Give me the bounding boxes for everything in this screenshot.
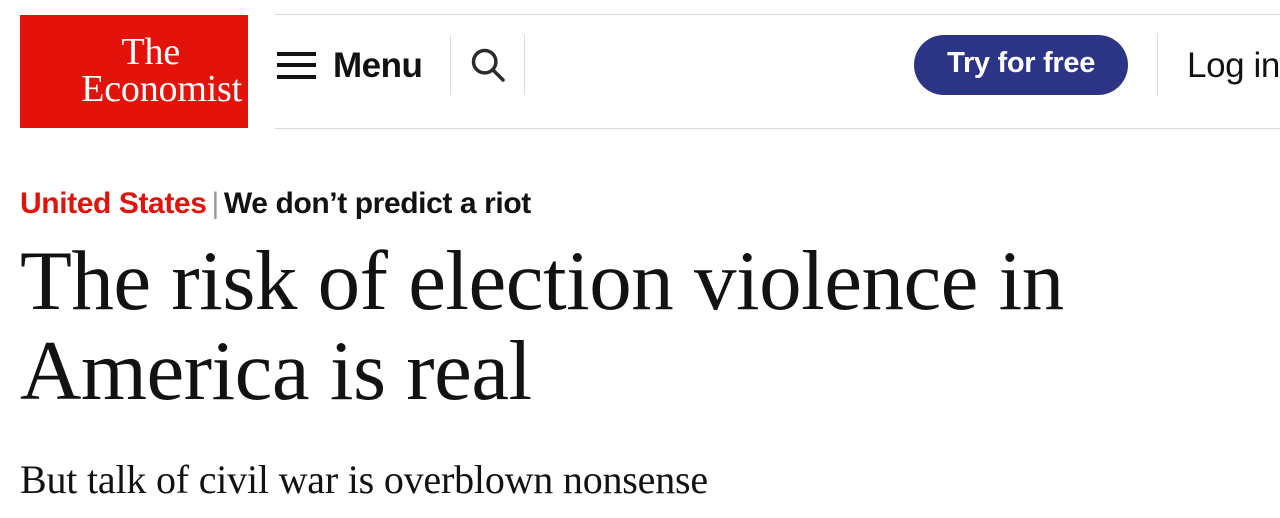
primary-nav-right: Try for free Log in [914,30,1280,100]
search-icon [466,43,510,87]
header-bottom-rule [275,128,1280,129]
menu-button-label: Menu [333,45,423,85]
logo-line-the: The [121,31,181,74]
header-top-rule [275,14,1280,15]
search-button[interactable] [451,35,524,95]
article-subheadline: But talk of civil war is overblown nonse… [20,457,708,503]
economist-logo[interactable]: The Economist [20,15,248,128]
article-header: United States | We don’t predict a riot Th… [0,189,1280,504]
breadcrumb-separator: | [211,187,220,220]
menu-button[interactable]: Menu [277,48,450,83]
logo-line-economist: Economist [81,67,242,110]
breadcrumb-section-link[interactable]: United States [20,187,207,220]
breadcrumb: United States | We don’t predict a riot [20,189,1260,219]
page-title: The risk of election violence in America… [20,234,1064,419]
log-in-link[interactable]: Log in [1187,48,1280,83]
hamburger-icon [277,51,316,79]
primary-nav-left: Menu [277,30,526,100]
account-divider [1157,34,1159,96]
nav-divider-right [524,35,526,95]
breadcrumb-flytitle: We don’t predict a riot [223,187,531,220]
site-header: The Economist Menu Try for free Log in [0,0,1280,129]
try-for-free-button[interactable]: Try for free [914,35,1129,95]
